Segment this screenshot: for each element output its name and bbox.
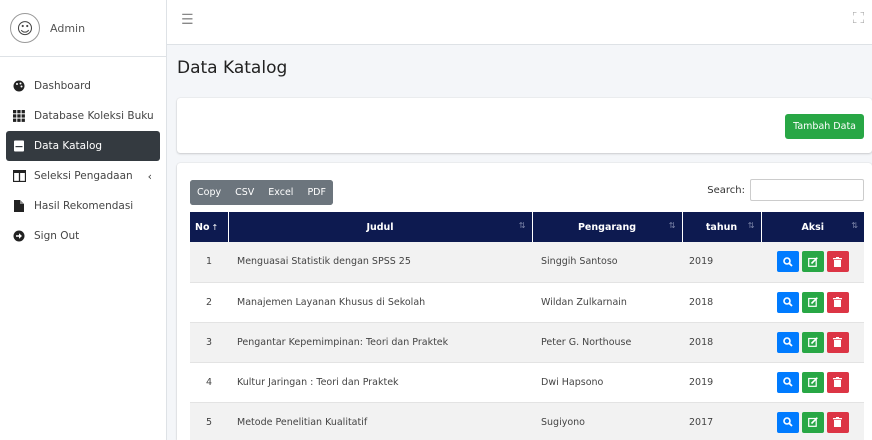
cell-pengarang: Sugiyono [532, 402, 682, 440]
cell-tahun: 2017 [682, 402, 761, 440]
top-navbar: ☰ [167, 0, 872, 45]
user-name: Admin [50, 21, 86, 35]
page-title: Data Katalog [177, 58, 288, 78]
trash-icon[interactable] [826, 331, 849, 353]
trash-icon[interactable] [826, 371, 849, 393]
cell-no: 5 [190, 402, 228, 440]
sort-icon: ⇅ [668, 221, 676, 230]
cell-no: 1 [190, 242, 228, 283]
sidebar-item-hasil-rekomendasi[interactable]: Hasil Rekomendasi [6, 191, 160, 221]
sidebar-item-label: Database Koleksi Buku [34, 110, 154, 122]
column-header-aksi[interactable]: Aksi ⇅ [761, 212, 864, 242]
view-search-icon[interactable] [776, 411, 799, 433]
sidebar-item-label: Hasil Rekomendasi [34, 200, 134, 212]
palette-icon [12, 79, 26, 93]
user-avatar-icon: ☺ [10, 13, 40, 43]
table-row: 3 Pengantar Kepemimpinan: Teori dan Prak… [190, 322, 864, 363]
edit-icon[interactable] [801, 411, 824, 433]
copy-button[interactable]: Copy [190, 180, 229, 205]
cell-judul: Manajemen Layanan Khusus di Sekolah [228, 282, 532, 323]
cell-pengarang: Wildan Zulkarnain [532, 282, 682, 323]
cell-pengarang: Dwi Hapsono [532, 362, 682, 403]
sidebar: ☺ Admin Dashboard Database Koleksi Buku … [0, 0, 167, 440]
sidebar-nav: Dashboard Database Koleksi Buku Data Kat… [0, 57, 166, 251]
cell-aksi [761, 322, 864, 363]
edit-icon[interactable] [801, 371, 824, 393]
sidebar-item-label: Seleksi Pengadaan [34, 170, 133, 182]
cell-no: 3 [190, 322, 228, 363]
sidebar-item-label: Sign Out [34, 230, 80, 242]
cell-pengarang: Peter G. Northouse [532, 322, 682, 363]
cell-pengarang: Singgih Santoso [532, 242, 682, 283]
cell-no: 4 [190, 362, 228, 403]
cell-judul: Metode Penelitian Kualitatif [228, 402, 532, 440]
view-search-icon[interactable] [776, 251, 799, 273]
cell-tahun: 2019 [682, 362, 761, 403]
cell-aksi [761, 282, 864, 323]
view-search-icon[interactable] [776, 331, 799, 353]
search-input[interactable] [750, 179, 864, 201]
arrow-circle-icon [12, 229, 26, 243]
search-label: Search: [707, 184, 745, 196]
view-search-icon[interactable] [776, 291, 799, 313]
sort-icon: ⇅ [851, 221, 858, 230]
cell-aksi [761, 402, 864, 440]
column-header-pengarang[interactable]: Pengarang ⇅ [532, 212, 683, 242]
excel-button[interactable]: Excel [261, 180, 301, 205]
edit-icon[interactable] [801, 331, 824, 353]
sidebar-item-seleksi-pengadaan[interactable]: Seleksi Pengadaan ‹ [6, 161, 160, 191]
edit-icon[interactable] [801, 291, 824, 313]
sidebar-item-data-katalog[interactable]: Data Katalog [6, 131, 160, 161]
column-header-judul[interactable]: Judul ⇅ [228, 212, 533, 242]
sidebar-item-database-koleksi-buku[interactable]: Database Koleksi Buku [6, 101, 160, 131]
sidebar-item-label: Dashboard [34, 80, 91, 92]
csv-button[interactable]: CSV [228, 180, 262, 205]
chevron-left-icon: ‹ [147, 169, 152, 183]
book-icon [12, 139, 26, 153]
cell-judul: Pengantar Kepemimpinan: Teori dan Prakte… [228, 322, 532, 363]
view-search-icon[interactable] [776, 371, 799, 393]
trash-icon[interactable] [826, 251, 849, 273]
sort-asc-icon: ↑ [211, 222, 219, 232]
table-card: Copy CSV Excel PDF Search: No ↑ Judul ⇅ Pe… [177, 163, 872, 440]
column-header-no[interactable]: No ↑ [190, 212, 229, 242]
pdf-button[interactable]: PDF [300, 180, 333, 205]
catalog-table: No ↑ Judul ⇅ Pengarang ⇅ tahun ⇅ Aksi ⇅ 1 Men… [190, 212, 864, 440]
grid-icon [12, 109, 26, 123]
trash-icon[interactable] [826, 411, 849, 433]
trash-icon[interactable] [826, 291, 849, 313]
table-search: Search: [707, 179, 864, 201]
table-row: 1 Menguasai Statistik dengan SPSS 25 Sin… [190, 242, 864, 283]
sidebar-item-sign-out[interactable]: Sign Out [6, 221, 160, 251]
sidebar-item-label: Data Katalog [34, 140, 103, 152]
export-button-group: Copy CSV Excel PDF [190, 180, 333, 205]
cell-aksi [761, 242, 864, 283]
table-row: 4 Kultur Jaringan : Teori dan Praktek Dw… [190, 362, 864, 403]
sort-icon: ⇅ [747, 221, 755, 230]
sort-icon: ⇅ [518, 221, 526, 230]
action-card: Tambah Data [177, 98, 872, 153]
column-header-tahun[interactable]: tahun ⇅ [682, 212, 762, 242]
cell-tahun: 2018 [682, 322, 761, 363]
columns-icon [12, 169, 26, 183]
cell-aksi [761, 362, 864, 403]
add-data-button[interactable]: Tambah Data [785, 114, 864, 139]
file-icon [12, 199, 26, 213]
table-row: 5 Metode Penelitian Kualitatif Sugiyono … [190, 402, 864, 440]
cell-judul: Menguasai Statistik dengan SPSS 25 [228, 242, 532, 283]
user-panel[interactable]: ☺ Admin [0, 0, 166, 57]
cell-no: 2 [190, 282, 228, 323]
table-header-row: No ↑ Judul ⇅ Pengarang ⇅ tahun ⇅ Aksi ⇅ [190, 212, 864, 242]
fullscreen-icon[interactable] [852, 11, 865, 26]
edit-icon[interactable] [801, 251, 824, 273]
sidebar-item-dashboard[interactable]: Dashboard [6, 71, 160, 101]
cell-tahun: 2019 [682, 242, 761, 283]
hamburger-menu-icon[interactable]: ☰ [181, 12, 194, 28]
cell-tahun: 2018 [682, 282, 761, 323]
table-row: 2 Manajemen Layanan Khusus di Sekolah Wi… [190, 282, 864, 323]
cell-judul: Kultur Jaringan : Teori dan Praktek [228, 362, 532, 403]
